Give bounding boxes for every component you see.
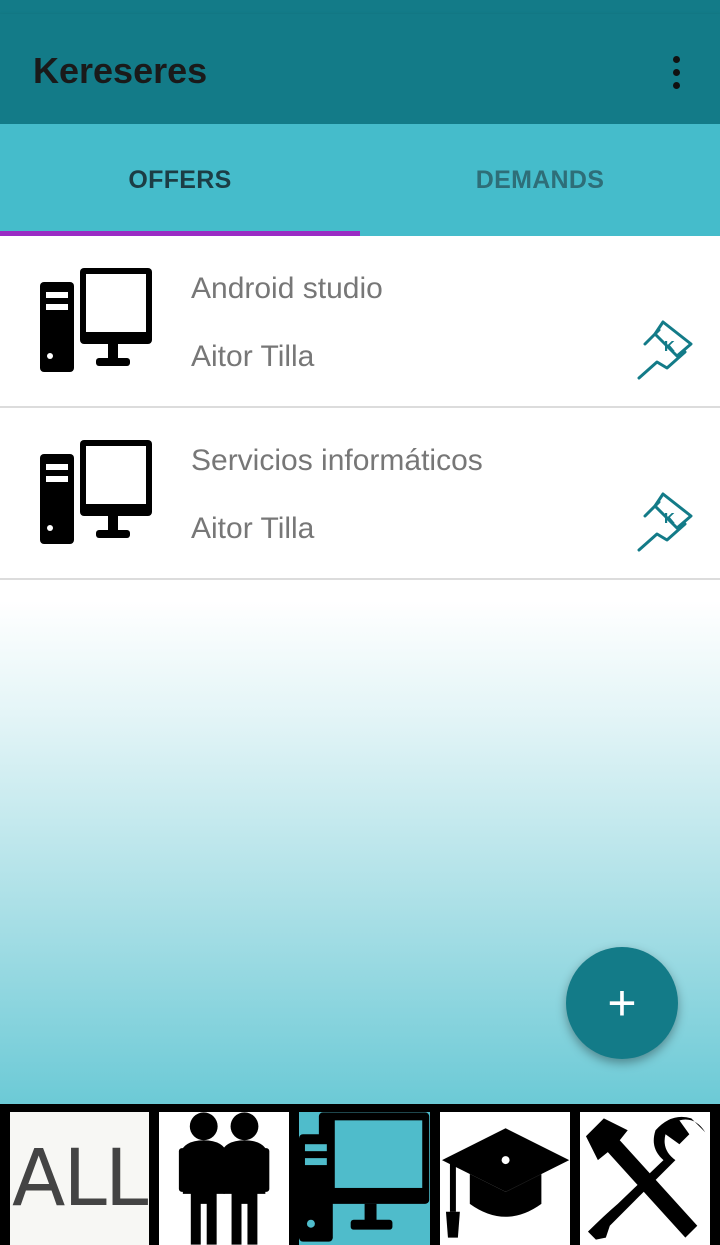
category-tools-button[interactable] [579, 1112, 710, 1245]
app-title: Kereseres [33, 50, 208, 91]
category-education-button[interactable] [439, 1112, 570, 1245]
category-computer-button[interactable] [299, 1112, 430, 1245]
computer-icon [40, 268, 152, 372]
svg-text:K: K [664, 510, 675, 527]
offer-author: Aitor Tilla [191, 340, 315, 373]
tab-demands-label: DEMANDS [475, 165, 605, 194]
tab-demands[interactable]: DEMANDS [360, 124, 720, 236]
more-vert-icon[interactable] [660, 46, 692, 98]
add-offer-button[interactable]: + [566, 947, 678, 1059]
computer-icon [40, 440, 152, 544]
status-bar [0, 0, 720, 14]
category-people-button[interactable] [159, 1112, 290, 1245]
tab-offers-label: OFFERS [128, 165, 232, 194]
offer-title: Servicios informáticos [191, 444, 483, 477]
graduation-cap-icon [441, 1128, 569, 1238]
offer-author: Aitor Tilla [191, 512, 315, 545]
list-item[interactable]: Android studio Aitor Tilla K [0, 236, 720, 408]
category-all-button[interactable]: ALL [10, 1112, 150, 1245]
offer-title: Android studio [191, 272, 383, 305]
tab-offers[interactable]: OFFERS [0, 124, 360, 236]
computer-icon [299, 1112, 430, 1242]
pin-flag-icon[interactable]: K [633, 318, 697, 382]
people-icon [179, 1112, 270, 1245]
app-bar: Kereseres [0, 14, 720, 124]
list-item[interactable]: Servicios informáticos Aitor Tilla K [0, 408, 720, 580]
category-bar: ALL [0, 1104, 720, 1245]
tab-bar: OFFERS DEMANDS [0, 124, 720, 236]
svg-text:K: K [664, 338, 675, 355]
tools-icon [585, 1116, 705, 1240]
category-all-label: ALL [12, 1134, 148, 1224]
pin-flag-icon[interactable]: K [633, 490, 697, 554]
